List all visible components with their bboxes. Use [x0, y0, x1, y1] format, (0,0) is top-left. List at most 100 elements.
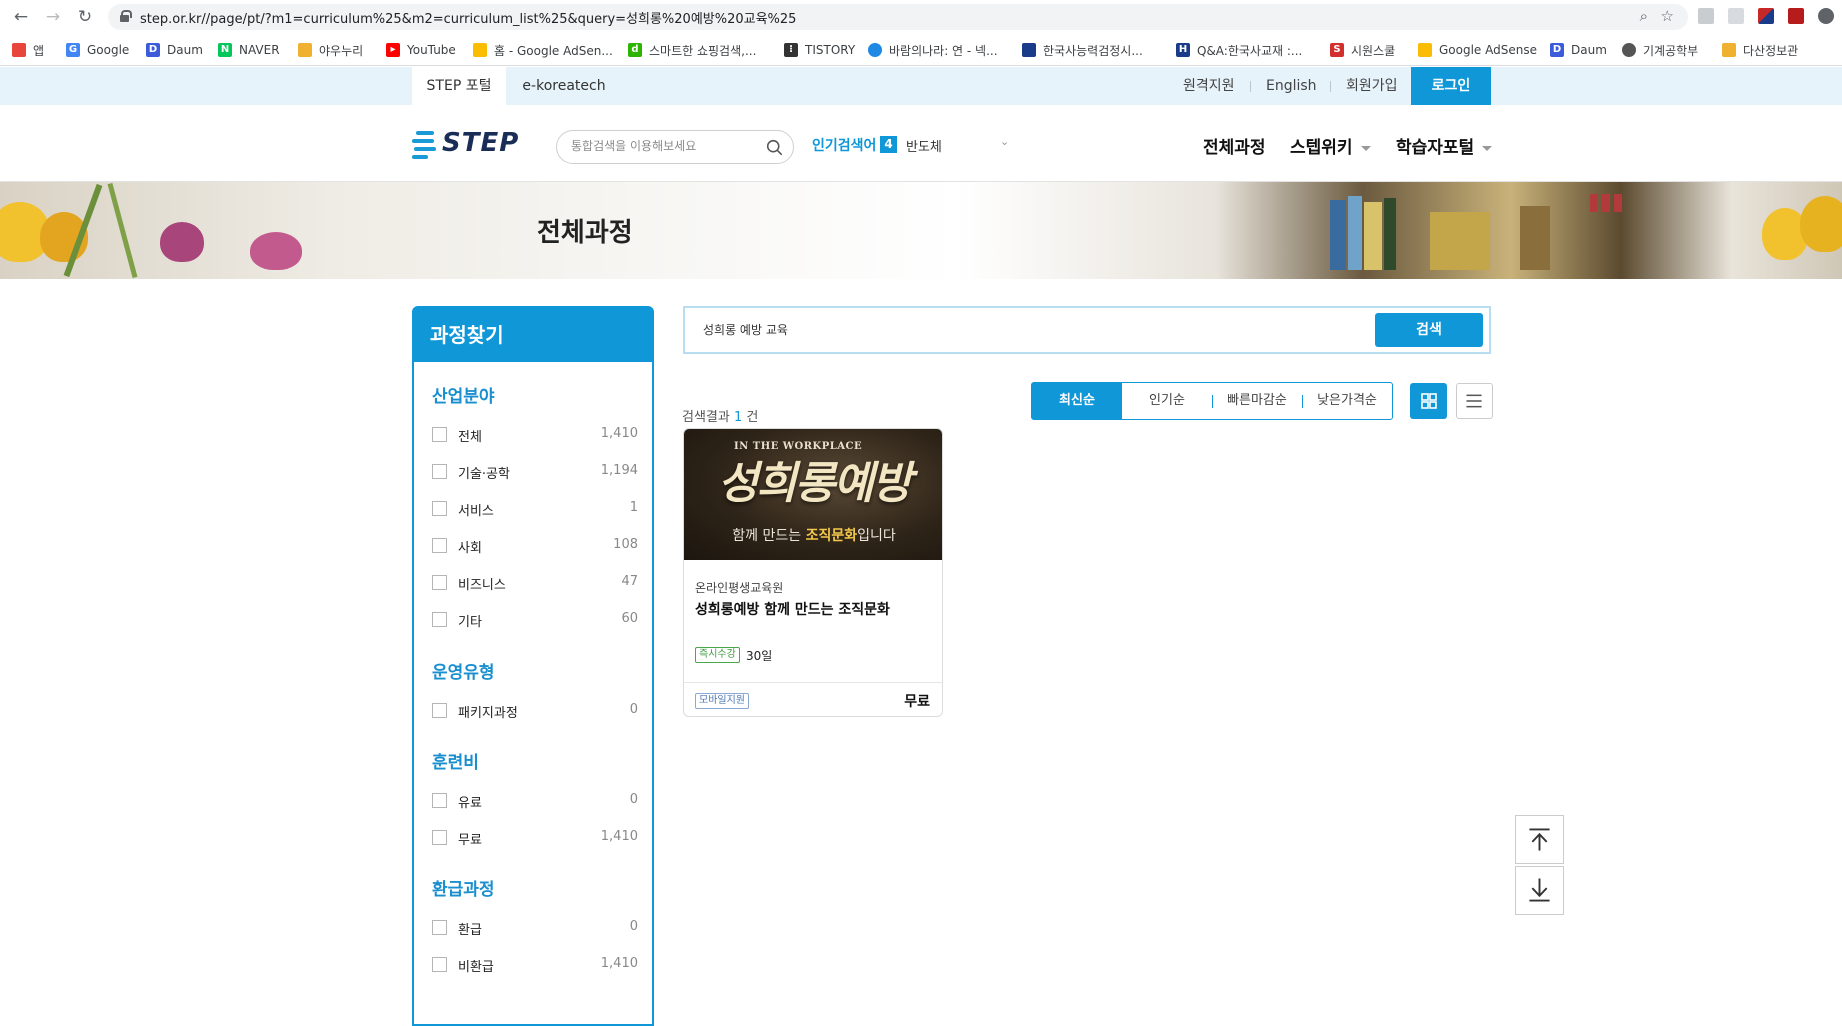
scroll-bottom-button[interactable]	[1515, 866, 1564, 915]
bookmark-star-icon[interactable]: ☆	[1661, 7, 1674, 25]
bookmark-favicon-icon	[298, 43, 312, 57]
english-link[interactable]: English	[1266, 67, 1317, 105]
filter-group-refund: 환급과정	[432, 880, 495, 900]
browser-toolbar: ← → ↻ step.or.kr//page/pt/?m1=curriculum…	[0, 0, 1842, 34]
popular-search-label: 인기검색어	[812, 138, 877, 154]
checkbox[interactable]	[432, 464, 447, 479]
tab-step-portal[interactable]: STEP 포털	[412, 67, 506, 105]
utility-bar: STEP 포털 e-koreatech 원격지원 English 회원가입 로그…	[0, 67, 1842, 105]
daum-icon: D	[1550, 43, 1564, 57]
filter-option[interactable]: 무료 1,410	[432, 828, 638, 848]
bookmark-shopping[interactable]: d 스마트한 쇼핑검색,...	[628, 41, 756, 59]
zoom-icon[interactable]: ⌕	[1640, 7, 1648, 25]
bookmark-adsense[interactable]: Google AdSense	[1418, 41, 1537, 59]
checkbox[interactable]	[432, 703, 447, 718]
course-title[interactable]: 성희롱예방 함께 만드는 조직문화	[695, 599, 890, 619]
mobile-support-badge: 모바일지원	[695, 693, 749, 709]
search-icon[interactable]	[766, 139, 783, 156]
bookmark-youtube[interactable]: ▸ YouTube	[386, 41, 456, 59]
reload-icon[interactable]: ↻	[74, 6, 96, 28]
bookmark-daum-2[interactable]: D Daum	[1550, 41, 1607, 59]
nav-step-wiki[interactable]: 스텝위키	[1290, 133, 1371, 158]
bookmark-history-exam[interactable]: 한국사능력검정시...	[1022, 41, 1143, 59]
bookmark-adsense-home[interactable]: 홈 - Google AdSen...	[473, 41, 613, 59]
popular-search-term[interactable]: 반도체	[906, 136, 942, 155]
checkbox[interactable]	[432, 920, 447, 935]
back-arrow-icon[interactable]: ←	[10, 6, 32, 28]
remote-support-link[interactable]: 원격지원	[1183, 67, 1235, 105]
bookmark-favicon-icon	[1722, 43, 1736, 57]
search-button[interactable]: 검색	[1375, 313, 1483, 347]
sort-low-price[interactable]: 낮은가격순	[1302, 383, 1392, 419]
nav-all-courses[interactable]: 전체과정	[1203, 133, 1266, 158]
forward-arrow-icon[interactable]: →	[42, 6, 64, 28]
filter-option[interactable]: 비환급 1,410	[432, 955, 638, 975]
checkbox[interactable]	[432, 957, 447, 972]
filter-option[interactable]: 환급 0	[432, 918, 638, 938]
filter-group-industry: 산업분야	[432, 387, 495, 407]
filter-option[interactable]: 유료 0	[432, 791, 638, 811]
youtube-icon: ▸	[386, 43, 400, 57]
extension-icon[interactable]	[1758, 8, 1774, 24]
logo-text: STEP	[442, 128, 520, 158]
nav-learner-portal[interactable]: 학습자포털	[1396, 133, 1493, 158]
login-button[interactable]: 로그인	[1411, 67, 1491, 105]
puzzle-icon[interactable]	[1818, 8, 1834, 24]
course-thumbnail[interactable]: IN THE WORKPLACE 성희롱예방 함께 만드는 조직문화입니다	[684, 429, 942, 560]
sort-deadline[interactable]: 빠른마감순	[1212, 383, 1302, 419]
checkbox[interactable]	[432, 538, 447, 553]
list-view-button[interactable]	[1456, 383, 1493, 419]
address-bar[interactable]: step.or.kr//page/pt/?m1=curriculum%25&m2…	[108, 4, 1688, 30]
chat-icon	[868, 43, 882, 57]
bookmark-yahoo[interactable]: 야우누리	[298, 41, 363, 59]
grid-view-button[interactable]	[1410, 383, 1447, 419]
filter-option[interactable]: 서비스 1	[432, 499, 638, 519]
bookmark-google[interactable]: G Google	[66, 41, 129, 59]
course-search-bar: 검색	[683, 306, 1491, 354]
bookmark-apps[interactable]: 앱	[12, 41, 44, 59]
global-search-input[interactable]	[571, 139, 761, 153]
checkbox[interactable]	[432, 575, 447, 590]
filter-option[interactable]: 사회 108	[432, 536, 638, 556]
filter-option[interactable]: 비즈니스 47	[432, 573, 638, 593]
tab-e-koreatech[interactable]: e-koreatech	[506, 67, 622, 105]
bookmark-mech-eng[interactable]: 기계공학부	[1622, 41, 1698, 59]
bookmark-naver[interactable]: N NAVER	[218, 41, 280, 59]
cast-icon[interactable]	[1728, 8, 1744, 24]
checkbox[interactable]	[432, 612, 447, 627]
pdf-icon[interactable]	[1788, 8, 1804, 24]
checkbox[interactable]	[432, 793, 447, 808]
filter-option[interactable]: 기술·공학 1,194	[432, 462, 638, 482]
extension-icon[interactable]	[1698, 8, 1714, 24]
bookmark-favicon-icon: H	[1176, 43, 1190, 57]
bookmark-library[interactable]: 다산정보관	[1722, 41, 1798, 59]
checkbox[interactable]	[432, 830, 447, 845]
checkbox[interactable]	[432, 427, 447, 442]
arrow-down-to-bottom-icon	[1529, 878, 1550, 902]
adsense-icon	[473, 43, 487, 57]
step-logo[interactable]: STEP	[412, 128, 522, 162]
result-count: 검색결과 1 건	[682, 410, 759, 425]
sort-popular[interactable]: 인기순	[1122, 383, 1212, 419]
course-card[interactable]: IN THE WORKPLACE 성희롱예방 함께 만드는 조직문화입니다 온라…	[683, 428, 943, 717]
filter-option[interactable]: 패키지과정 0	[432, 701, 638, 721]
chevron-down-icon[interactable]: ⌄	[1000, 135, 1009, 148]
arrow-up-to-top-icon	[1529, 828, 1550, 851]
instant-enroll-badge: 즉시수강	[695, 647, 740, 663]
sort-latest[interactable]: 최신순	[1032, 383, 1122, 419]
site-header: STEP 인기검색어 4 반도체 ⌄ 전체과정 스텝위키 학습자포털	[0, 105, 1842, 182]
signup-link[interactable]: 회원가입	[1346, 67, 1398, 105]
daum-icon: D	[146, 43, 160, 57]
bookmark-tistory[interactable]: ⁝ TISTORY	[784, 41, 855, 59]
grid-icon	[1421, 393, 1437, 409]
filter-option[interactable]: 전체 1,410	[432, 425, 638, 445]
course-search-input[interactable]	[703, 322, 1343, 336]
bookmark-baram[interactable]: 바람의나라: 연 - 넥...	[868, 41, 998, 59]
logo-mark-icon	[412, 131, 436, 159]
filter-option[interactable]: 기타 60	[432, 610, 638, 630]
scroll-top-button[interactable]	[1515, 815, 1564, 864]
bookmark-qa[interactable]: H Q&A:한국사교재 :...	[1176, 41, 1302, 59]
bookmark-daum[interactable]: D Daum	[146, 41, 203, 59]
bookmark-siwon[interactable]: S 시원스쿨	[1330, 41, 1395, 59]
checkbox[interactable]	[432, 501, 447, 516]
